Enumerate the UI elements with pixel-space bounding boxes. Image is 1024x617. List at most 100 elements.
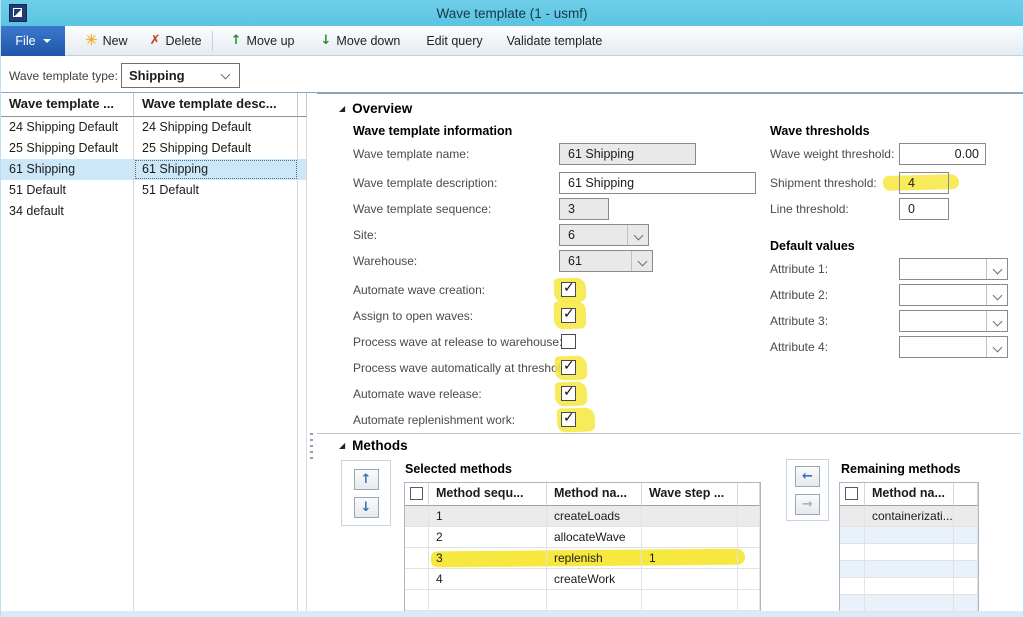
shipment-threshold-field[interactable]: 4 [899, 172, 949, 194]
template-row-name[interactable]: 51 Default [1, 180, 134, 201]
panel-splitter[interactable] [307, 93, 317, 611]
new-button[interactable]: ✳ New [85, 33, 128, 48]
wave-step-cell[interactable]: 1 [642, 548, 738, 569]
template-row-extra[interactable] [298, 180, 307, 201]
site-label: Site: [353, 228, 377, 242]
method-name-cell[interactable]: replenish [547, 548, 642, 569]
delete-x-icon: ✗ [150, 34, 161, 47]
template-row-desc[interactable] [134, 201, 298, 222]
chevron-down-icon [633, 230, 643, 240]
move-method-down-button[interactable]: ↓ [354, 497, 379, 518]
automate-wave-release-checkbox[interactable]: ✓ [561, 386, 576, 401]
wave-template-description-field[interactable]: 61 Shipping [559, 172, 756, 194]
method-seq-cell[interactable]: 4 [429, 569, 547, 590]
method-name-cell[interactable]: allocateWave [547, 527, 642, 548]
column-header-method-name[interactable]: Method na... [865, 483, 954, 506]
attribute2-select[interactable] [899, 284, 1008, 306]
select-all-checkbox[interactable] [845, 487, 858, 500]
attribute3-select[interactable] [899, 310, 1008, 332]
attribute1-select[interactable] [899, 258, 1008, 280]
template-row-name[interactable]: 61 Shipping [1, 159, 134, 180]
column-header-name[interactable]: Wave template ... [1, 93, 134, 117]
wave-step-cell[interactable] [642, 506, 738, 527]
chevron-down-icon [43, 39, 51, 43]
remove-method-button[interactable]: → [795, 494, 820, 515]
template-row-desc[interactable]: 25 Shipping Default [134, 138, 298, 159]
template-row-name[interactable]: 34 default [1, 201, 134, 222]
method-name-cell[interactable]: createLoads [547, 506, 642, 527]
attribute4-select[interactable] [899, 336, 1008, 358]
new-star-icon: ✳ [85, 33, 98, 48]
template-row-desc[interactable]: 61 Shipping [134, 159, 298, 180]
automate-wave-release-label: Automate wave release: [353, 387, 482, 401]
move-method-up-button[interactable]: ↑ [354, 469, 379, 490]
line-threshold-label: Line threshold: [770, 202, 849, 216]
toolbar: File ✳ New ✗ Delete ↑ Move up ↓ Move dow… [1, 26, 1023, 56]
sequence-label: Wave template sequence: [353, 202, 491, 216]
method-seq-cell[interactable]: 1 [429, 506, 547, 527]
edit-query-button[interactable]: Edit query [426, 34, 482, 48]
default-values-heading: Default values [770, 239, 855, 253]
wave-step-cell[interactable] [642, 527, 738, 548]
selected-methods-heading: Selected methods [405, 462, 512, 476]
column-header-wave-step[interactable]: Wave step ... [642, 483, 738, 506]
template-row-desc[interactable]: 51 Default [134, 180, 298, 201]
delete-button[interactable]: ✗ Delete [150, 34, 202, 48]
transfer-button-group: ← → [786, 459, 829, 521]
process-wave-at-release-checkbox[interactable]: ✓ [561, 334, 576, 349]
filter-bar: Wave template type: Shipping [1, 56, 1023, 93]
detail-panel: ◢ Overview Wave template information Wav… [317, 93, 1023, 611]
template-row-desc[interactable]: 24 Shipping Default [134, 117, 298, 138]
assign-to-open-waves-checkbox[interactable]: ✓ [561, 308, 576, 323]
template-row-extra[interactable] [298, 201, 307, 222]
wave-weight-threshold-field[interactable]: 0.00 [899, 143, 986, 165]
wave-template-type-select[interactable]: Shipping [121, 63, 240, 88]
shipment-threshold-label: Shipment threshold: [770, 176, 877, 190]
validate-template-button[interactable]: Validate template [507, 34, 603, 48]
method-name-cell[interactable]: createWork [547, 569, 642, 590]
arrow-down-icon: ↓ [321, 34, 332, 47]
process-wave-at-threshold-label: Process wave automatically at threshold: [353, 361, 570, 375]
move-up-button[interactable]: ↑ Move up [231, 34, 295, 48]
section-divider [317, 433, 1021, 434]
file-menu-button[interactable]: File [1, 26, 65, 56]
warehouse-select[interactable]: 61 [559, 250, 653, 272]
line-threshold-field[interactable]: 0 [899, 198, 949, 220]
template-row-extra[interactable] [298, 138, 307, 159]
template-row-extra[interactable] [298, 159, 307, 180]
process-wave-at-release-label: Process wave at release to warehouse: [353, 335, 562, 349]
wave-template-sequence-field[interactable]: 3 [559, 198, 609, 220]
add-method-button[interactable]: ← [795, 466, 820, 487]
wave-template-name-field[interactable]: 61 Shipping [559, 143, 696, 165]
reorder-button-group: ↑ ↓ [341, 460, 391, 526]
automate-replenishment-checkbox[interactable]: ✓ [561, 412, 576, 427]
template-row-extra[interactable] [298, 117, 307, 138]
column-header-method-sequence[interactable]: Method sequ... [429, 483, 547, 506]
method-seq-cell[interactable]: 2 [429, 527, 547, 548]
remaining-methods-grid: Method na... containerizati... [839, 482, 979, 611]
select-all-checkbox[interactable] [410, 487, 423, 500]
site-select[interactable]: 6 [559, 224, 649, 246]
template-row-name[interactable]: 24 Shipping Default [1, 117, 134, 138]
template-row-name[interactable]: 25 Shipping Default [1, 138, 134, 159]
expander-triangle-icon: ◢ [339, 104, 345, 113]
assign-to-open-waves-label: Assign to open waves: [353, 309, 473, 323]
column-header-method-name[interactable]: Method na... [547, 483, 642, 506]
wave-template-type-value: Shipping [129, 68, 185, 83]
chevron-down-icon [992, 264, 1002, 274]
column-header-clipped[interactable]: W [298, 93, 307, 117]
overview-section-header[interactable]: ◢ Overview [339, 101, 412, 116]
methods-section-header[interactable]: ◢ Methods [339, 438, 408, 453]
method-seq-cell[interactable]: 3 [429, 548, 547, 569]
column-header-description[interactable]: Wave template desc... [134, 93, 298, 117]
arrow-up-icon: ↑ [231, 34, 242, 47]
attribute2-label: Attribute 2: [770, 288, 828, 302]
automate-wave-creation-checkbox[interactable]: ✓ [561, 282, 576, 297]
toolbar-separator [212, 31, 213, 51]
process-wave-at-threshold-checkbox[interactable]: ✓ [561, 360, 576, 375]
move-down-button[interactable]: ↓ Move down [321, 34, 401, 48]
wave-step-cell[interactable] [642, 569, 738, 590]
remaining-method-cell[interactable]: containerizati... [865, 506, 954, 527]
chevron-down-icon [992, 290, 1002, 300]
wave-template-type-label: Wave template type: [9, 69, 118, 83]
